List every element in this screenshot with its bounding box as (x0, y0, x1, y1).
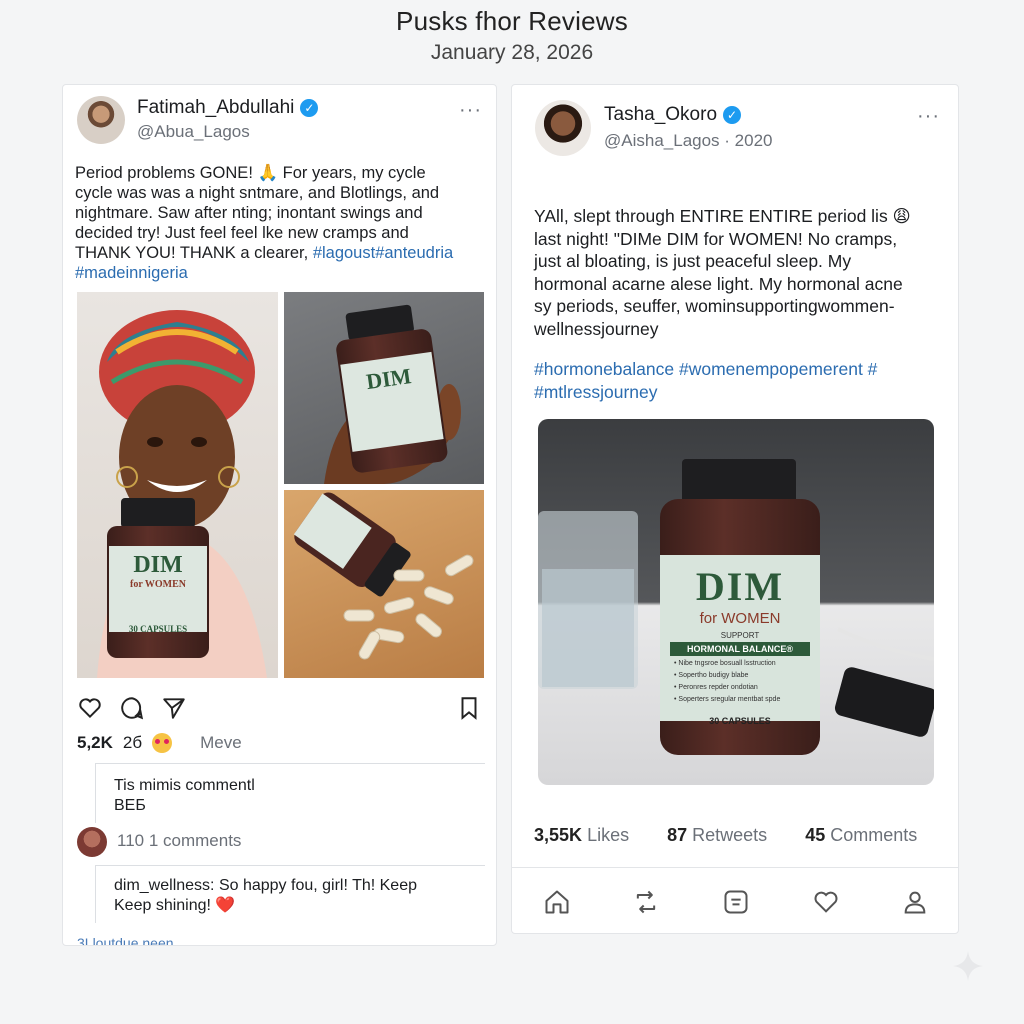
post-line: just al bloating, is just peaceful sleep… (534, 251, 852, 271)
handle[interactable]: @Abua_Lagos (137, 122, 250, 142)
likes-label: Likes (587, 825, 630, 845)
woman-holding-bottle-photo[interactable]: DIM for WOMEN 30 CAPSULES (77, 292, 278, 678)
post-line: sy periods, seuffer, wominsupportingwomm… (534, 296, 895, 316)
reply-username[interactable]: dim_wellness: (114, 877, 214, 894)
view-comments-link[interactable]: 110 1 comments (117, 831, 241, 851)
bottle-brand: DIM (695, 564, 785, 609)
retweet-icon[interactable] (632, 888, 660, 916)
post-line: Period problems GONE! 🙏 For years, my cy… (75, 164, 426, 182)
likes-count[interactable]: 5,2K (77, 733, 113, 753)
page-title: Pusks fhor Reviews (396, 6, 628, 36)
post-year: · 2020 (724, 131, 773, 150)
bottle-capsules: 30 CAPSULES (709, 716, 771, 726)
spilled-capsules-photo[interactable] (284, 490, 484, 678)
post-line-text: THANK YOU! THANK a clearer, (75, 244, 309, 262)
reply-text: So happy fou, girl! Th! Keep (218, 877, 417, 894)
product-photo[interactable]: DIM for WOMEN SUPPORT HORMONAL BALANCE® … (538, 419, 934, 785)
bottle-bullet: • Soperters sregular mentbat spde (674, 696, 781, 703)
verified-badge-icon: ✓ (723, 106, 742, 124)
bottle-brand: DIM (364, 363, 413, 395)
page-date: January 28, 2026 (430, 41, 594, 64)
message-icon[interactable] (722, 888, 750, 916)
post-line: THANK YOU! THANK a clearer, #lagoust#ant… (75, 243, 487, 263)
likes-count: 3,55K (534, 825, 583, 845)
post-body: Period problems GONE! 🙏 For years, my cy… (75, 163, 487, 283)
reply-comment: dim_wellness: So happy fou, girl! Th! Ke… (95, 865, 485, 923)
likes-row: 5,2K 2б Meve (77, 733, 242, 753)
handle-row: @Aisha_Lagos · 2020 (604, 131, 773, 151)
hashtag-link[interactable]: #madeinnigeria (75, 263, 487, 283)
more-options-icon[interactable]: ··· (459, 99, 482, 122)
avatar[interactable] (535, 100, 591, 156)
heart-icon[interactable] (812, 888, 840, 916)
comments-stat[interactable]: 45 Comments (805, 825, 917, 846)
heart-eyes-emoji-icon (152, 733, 173, 753)
comment-icon[interactable] (119, 695, 145, 721)
bookmark-icon[interactable] (456, 695, 482, 721)
retweets-stat[interactable]: 87 Retweets (667, 825, 767, 846)
bottle-capsules: 30 CAPSULES (128, 624, 188, 634)
display-name[interactable]: Fatimah_Abdullahi (137, 97, 294, 119)
avatar[interactable] (77, 96, 125, 144)
post-line: decided try! Just feel feel lke new cram… (75, 224, 409, 242)
comments-count: 45 (805, 825, 826, 845)
retweets-count: 87 (667, 825, 688, 845)
likes-extra: 2б (122, 733, 143, 752)
page-header: Pusks fhor Reviews January 28, 2026 (0, 6, 1024, 65)
post-line: hormonal acarne alese light. My hormonal… (534, 273, 903, 294)
bottle-subtitle: for WOMEN (129, 579, 186, 590)
comment-text: ВЕБ (114, 797, 146, 814)
engagement-stats: 3,55K Likes 87 Retweets 45 Comments (534, 825, 917, 846)
red-heart-icon: ❤️ (215, 897, 236, 914)
bottle-bullet: • Nibe tngsroe bosuall lsstruction (674, 660, 776, 667)
commenter-avatar[interactable] (77, 827, 107, 857)
post-actions (77, 695, 187, 721)
right-post-card: Tasha_Okoro ✓ @Aisha_Lagos · 2020 ··· YA… (511, 84, 959, 934)
post-line: last night! "DIMe DIM for WOMEN! No cram… (534, 228, 898, 249)
bottle-balance: HORMONAL BALANCE® (670, 642, 810, 656)
bottle-brand: DIM (133, 552, 183, 578)
comment-text: Tis mimis commentl (114, 777, 255, 794)
verified-badge-icon: ✓ (300, 99, 319, 117)
hand-holding-bottle-photo[interactable]: DIM (284, 292, 484, 484)
post-line: cycle was was a night sntmare, and Blotl… (75, 184, 440, 202)
retweets-label: Retweets (692, 825, 768, 845)
comments-label: Comments (830, 825, 918, 845)
post-line: wellnessjourney (534, 318, 659, 339)
post-image-grid[interactable]: DIM for WOMEN 30 CAPSULES DIM (77, 292, 484, 678)
more-options-icon[interactable]: ··· (917, 105, 940, 128)
post-nav-bar (512, 867, 958, 933)
dim-bottle-main: DIM for WOMEN SUPPORT HORMONAL BALANCE® … (658, 459, 822, 759)
handle[interactable]: @Aisha_Lagos (604, 131, 720, 150)
author-row: Fatimah_Abdullahi ✓ (137, 97, 319, 119)
bottle-bullet: • Peronres repder ondotian (674, 684, 758, 691)
bottle-subtitle: for WOMEN (699, 610, 781, 627)
dim-bottle: DIM for WOMEN 30 CAPSULES (103, 498, 213, 658)
more-link[interactable]: Meve (200, 733, 242, 753)
hashtag-link[interactable]: #lagoust#anteudria (313, 244, 453, 262)
bottle-support: SUPPORT (720, 631, 760, 640)
post-line: YAll, slept through ENTIRE ENTIRE period… (534, 206, 911, 226)
hashtag-link[interactable]: #mtlressjourney (534, 381, 944, 404)
hashtag-link[interactable]: #hormonebalance #womenempopemerent # (534, 358, 944, 381)
profile-icon[interactable] (901, 888, 929, 916)
post-line: nightmare. Saw after nting; inontant swi… (75, 204, 423, 222)
capsules-illustration (293, 492, 474, 660)
sparkle-icon (953, 951, 983, 981)
left-post-card: Fatimah_Abdullahi ✓ @Abua_Lagos ··· Peri… (62, 84, 497, 946)
next-comment-preview[interactable]: 3Lloutdue neen (77, 935, 174, 945)
share-icon[interactable] (161, 695, 187, 721)
bottle-bullet: • Sopertho budigy blabe (674, 672, 749, 679)
heart-icon[interactable] (77, 695, 103, 721)
author-row: Tasha_Okoro ✓ (604, 104, 742, 126)
comment-preview[interactable]: Tis mimis commentl ВЕБ (95, 763, 485, 823)
post-body: YAll, slept through ENTIRE ENTIRE period… (534, 205, 944, 403)
likes-stat[interactable]: 3,55K Likes (534, 825, 629, 846)
display-name[interactable]: Tasha_Okoro (604, 104, 717, 126)
reply-text: Keep shining! (114, 897, 211, 914)
home-icon[interactable] (543, 888, 571, 916)
